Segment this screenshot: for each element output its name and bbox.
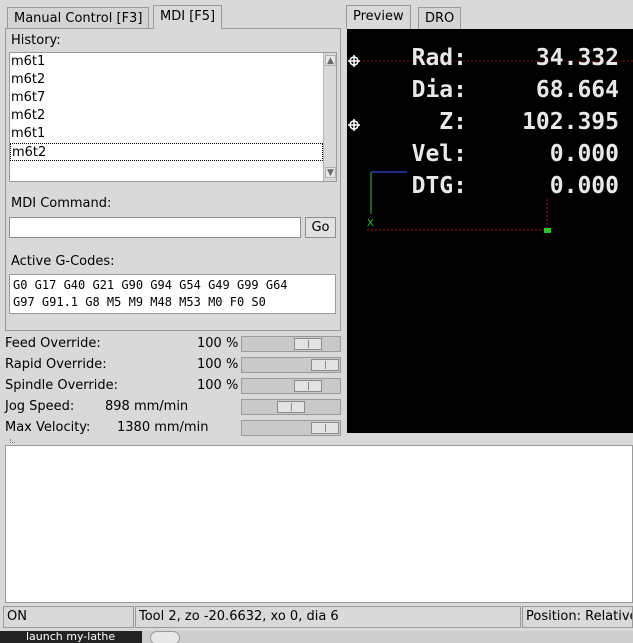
mdi-command-label: MDI Command: xyxy=(11,196,112,211)
override-slider[interactable] xyxy=(241,399,341,415)
override-label: Max Velocity: xyxy=(5,420,91,435)
tool-marker xyxy=(544,228,551,233)
history-item[interactable]: m6t2 xyxy=(10,107,323,125)
dro-axis-value: 0.000 xyxy=(549,173,619,199)
tab-manual-control[interactable]: Manual Control [F3] xyxy=(7,7,150,29)
taskbar: launch my-lathe xyxy=(0,631,633,643)
tab-dro[interactable]: DRO xyxy=(418,7,462,29)
dro-axis-label: Z: xyxy=(439,109,467,135)
history-label: History: xyxy=(11,33,61,48)
slider-handle[interactable] xyxy=(294,380,322,392)
dro-row: Z: 102.395 xyxy=(347,109,627,137)
slider-handle[interactable] xyxy=(311,359,339,371)
scroll-up-arrow-icon[interactable]: ▲ xyxy=(325,55,336,66)
slider-handle[interactable] xyxy=(277,401,305,413)
mdi-command-input[interactable] xyxy=(9,217,301,238)
override-slider[interactable] xyxy=(241,357,341,373)
dro-axis-value: 102.395 xyxy=(522,109,619,135)
dro-axis-value: 68.664 xyxy=(535,77,619,103)
preview-axis-label: X xyxy=(367,218,374,229)
history-scrollbar[interactable]: ▲ ▼ xyxy=(323,53,336,181)
tab-mdi[interactable]: MDI [F5] xyxy=(153,5,223,29)
dro-row: Vel: 0.000 xyxy=(347,141,627,169)
back-button[interactable] xyxy=(150,631,180,643)
console-area xyxy=(5,445,633,603)
slider-handle[interactable] xyxy=(311,422,339,434)
active-gcodes-line-2: G97 G91.1 G8 M5 M9 M48 M53 M0 F0 S0 xyxy=(13,295,266,309)
override-label: Jog Speed: xyxy=(5,399,75,414)
override-value: 1380 mm/min xyxy=(117,420,209,435)
history-item[interactable]: m6t2 xyxy=(10,143,323,161)
override-label: Spindle Override: xyxy=(5,378,118,393)
preview-canvas[interactable]: X Rad: 34.332 Dia: 68.664 Z: 102.395 Vel: 0.000… xyxy=(347,29,633,433)
dro-row: DTG: 0.000 xyxy=(347,173,627,201)
override-value: 100 % xyxy=(197,378,239,393)
override-label: Rapid Override: xyxy=(5,357,107,372)
dro-axis-label: Vel: xyxy=(411,141,467,167)
dro-axis-label: DTG: xyxy=(411,173,467,199)
tab-preview[interactable]: Preview xyxy=(346,5,411,29)
override-slider[interactable] xyxy=(241,378,341,394)
history-item[interactable]: m6t1 xyxy=(10,53,323,71)
history-item[interactable]: m6t2 xyxy=(10,71,323,89)
status-tool: Tool 2, zo -20.6632, xo 0, dia 6 xyxy=(135,606,521,628)
pane-grip-icon[interactable] xyxy=(10,439,15,443)
status-state: ON xyxy=(3,606,134,628)
go-button[interactable]: Go xyxy=(305,217,336,238)
history-list[interactable]: m6t1 m6t2 m6t7 m6t2 m6t1 m6t2 ▲ ▼ xyxy=(9,52,337,182)
dro-axis-label: Dia: xyxy=(411,77,467,103)
dro-row: Rad: 34.332 xyxy=(347,45,627,73)
history-item[interactable]: m6t1 xyxy=(10,125,323,143)
active-gcodes-line-1: G0 G17 G40 G21 G90 G94 G54 G49 G99 G64 xyxy=(13,278,288,292)
taskbar-launch-item[interactable]: launch my-lathe xyxy=(0,631,142,643)
dro-axis-value: 0.000 xyxy=(549,141,619,167)
active-gcodes-label: Active G-Codes: xyxy=(11,254,115,269)
override-value: 898 mm/min xyxy=(105,399,189,414)
status-position: Position: Relative xyxy=(522,606,633,628)
active-gcodes-box: G0 G17 G40 G21 G90 G94 G54 G49 G99 G64 G… xyxy=(9,274,336,314)
override-value: 100 % xyxy=(197,336,239,351)
history-item[interactable]: m6t7 xyxy=(10,89,323,107)
dro-axis-label: Rad: xyxy=(411,45,467,71)
scroll-down-arrow-icon[interactable]: ▼ xyxy=(325,167,336,178)
dro-axis-value: 34.332 xyxy=(535,45,619,71)
override-slider[interactable] xyxy=(241,336,341,352)
override-slider[interactable] xyxy=(241,420,341,436)
override-label: Feed Override: xyxy=(5,336,101,351)
dro-row: Dia: 68.664 xyxy=(347,77,627,105)
override-value: 100 % xyxy=(197,357,239,372)
slider-handle[interactable] xyxy=(294,338,322,350)
